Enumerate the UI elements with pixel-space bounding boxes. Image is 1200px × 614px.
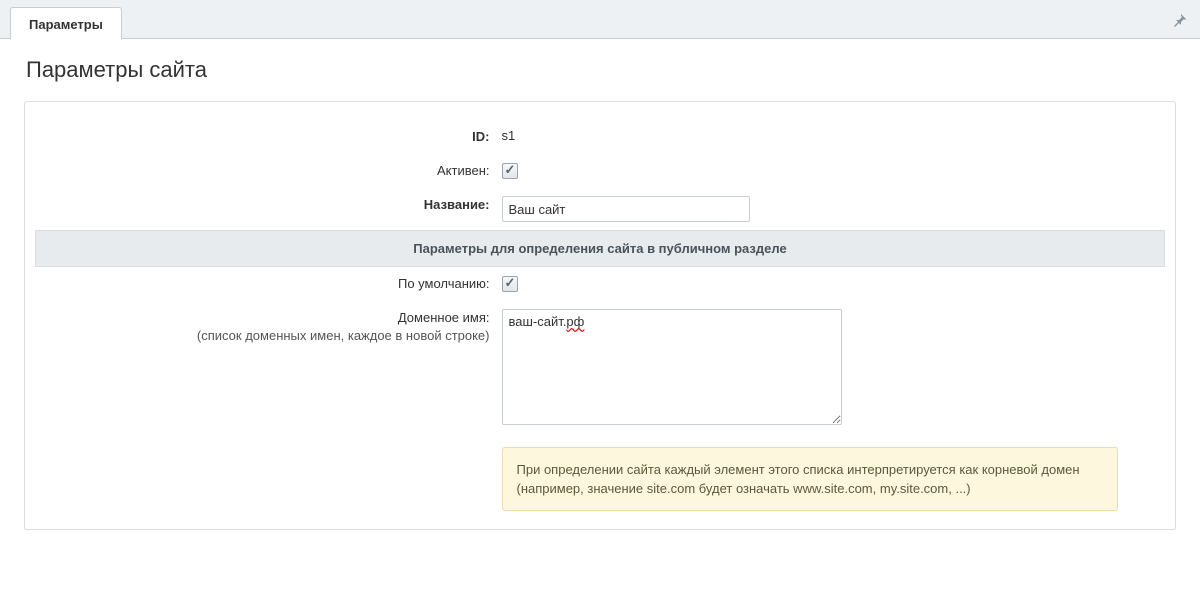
default-checkbox[interactable] <box>502 276 518 292</box>
pin-icon[interactable] <box>1172 12 1188 28</box>
section-public-label: Параметры для определения сайта в публич… <box>36 231 1165 267</box>
active-checkbox[interactable] <box>502 163 518 179</box>
tab-parameters[interactable]: Параметры <box>10 7 122 40</box>
name-input[interactable] <box>502 196 750 222</box>
row-name: Название: <box>36 188 1165 231</box>
row-id: ID: s1 <box>36 120 1165 154</box>
tab-bar: Параметры <box>0 0 1200 39</box>
settings-form: ID: s1 Активен: Название: Параметры для … <box>35 120 1165 519</box>
id-label: ID: <box>36 120 496 154</box>
settings-panel: ID: s1 Активен: Название: Параметры для … <box>24 101 1176 530</box>
content-area: Параметры сайта ID: s1 Активен: Название… <box>0 39 1200 614</box>
page-title: Параметры сайта <box>26 57 1176 83</box>
row-active: Активен: <box>36 154 1165 188</box>
row-domain: Доменное имя: (список доменных имен, каж… <box>36 301 1165 519</box>
section-public-heading: Параметры для определения сайта в публич… <box>36 231 1165 267</box>
default-label: По умолчанию: <box>36 267 496 302</box>
name-label: Название: <box>36 188 496 231</box>
domain-sublabel: (список доменных имен, каждое в новой ст… <box>42 327 490 345</box>
domain-hint: При определении сайта каждый элемент это… <box>502 447 1118 511</box>
domain-textarea[interactable]: ваш-сайт.рф <box>502 309 842 425</box>
row-default: По умолчанию: <box>36 267 1165 302</box>
domain-label: Доменное имя: <box>398 310 490 325</box>
id-value: s1 <box>496 120 1165 154</box>
active-label: Активен: <box>36 154 496 188</box>
